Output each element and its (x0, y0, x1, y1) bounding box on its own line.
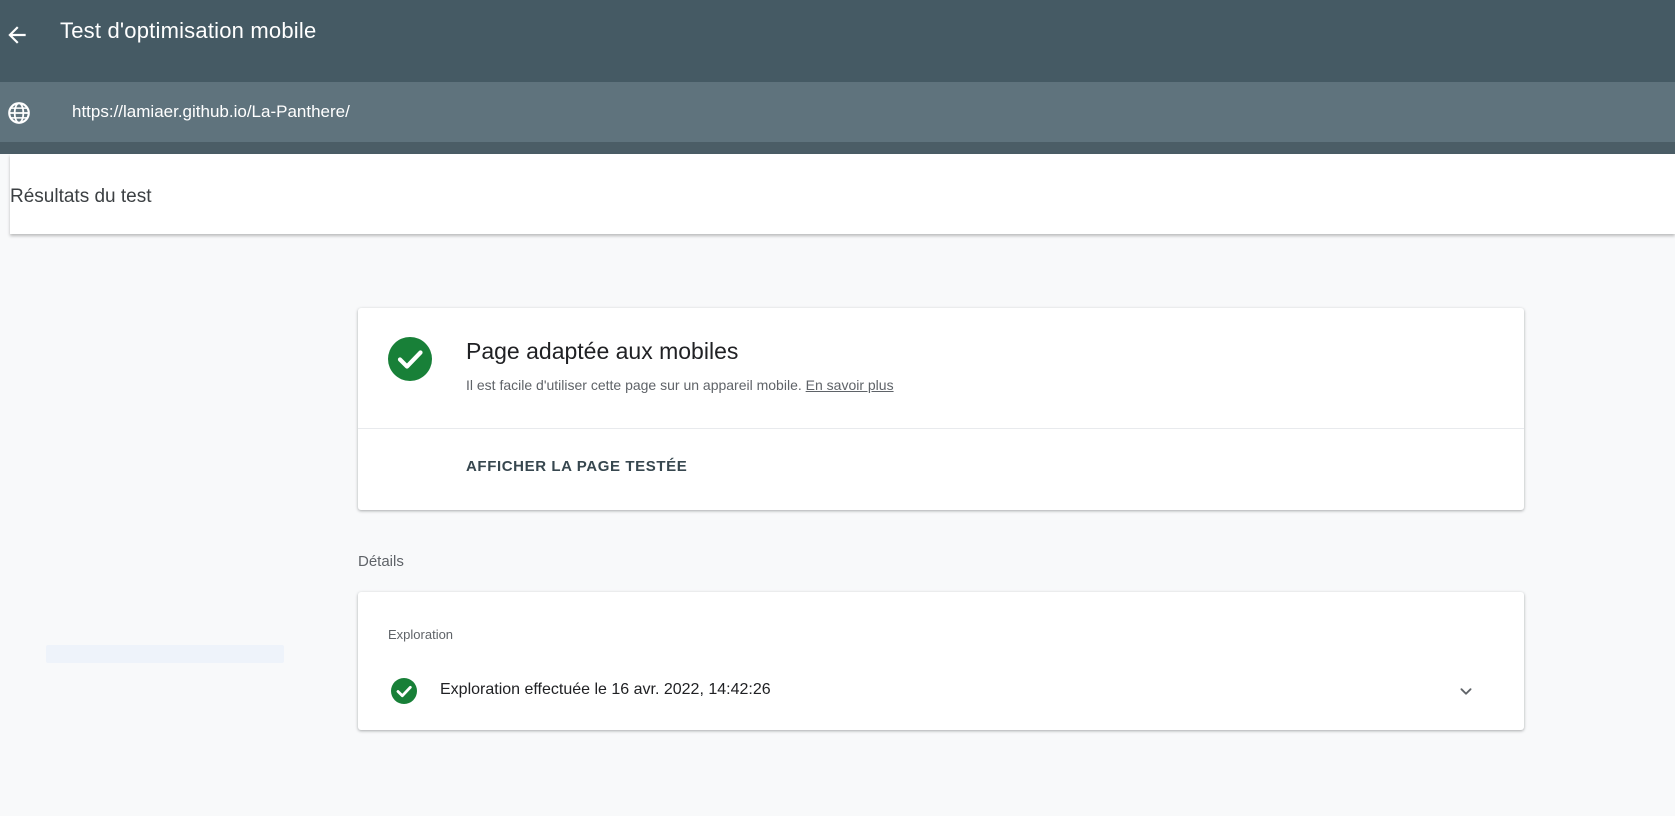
learn-more-link[interactable]: En savoir plus (806, 377, 894, 393)
app-title: Test d'optimisation mobile (60, 18, 317, 43)
tested-url: https://lamiaer.github.io/La-Panthere/ (72, 102, 350, 121)
check-circle-icon (391, 678, 417, 704)
chevron-down-icon[interactable] (1455, 680, 1477, 702)
description-text: Il est facile d'utiliser cette page sur … (466, 377, 802, 393)
globe-icon (8, 102, 30, 124)
exploration-status-text: Exploration effectuée le 16 avr. 2022, 1… (440, 681, 771, 698)
view-tested-page-button[interactable]: AFFICHER LA PAGE TESTÉE (466, 458, 687, 475)
card-divider (358, 428, 1524, 429)
mobile-friendly-description: Il est facile d'utiliser cette page sur … (466, 377, 894, 393)
details-card: Exploration Exploration effectuée le 16 … (358, 592, 1524, 730)
arrow-back-icon[interactable] (4, 22, 30, 48)
sidebar-placeholder (46, 645, 284, 663)
url-bar-divider (0, 142, 1675, 154)
app-bar: Test d'optimisation mobile (0, 0, 1675, 82)
results-header: Résultats du test (10, 154, 1675, 234)
summary-card: Page adaptée aux mobiles Il est facile d… (358, 308, 1524, 510)
check-circle-icon (388, 337, 432, 381)
exploration-section-label: Exploration (388, 627, 454, 642)
details-label: Détails (358, 553, 404, 570)
results-title: Résultats du test (10, 186, 152, 207)
mobile-friendly-title: Page adaptée aux mobiles (466, 338, 739, 364)
exploration-row[interactable]: Exploration effectuée le 16 avr. 2022, 1… (358, 666, 1524, 714)
